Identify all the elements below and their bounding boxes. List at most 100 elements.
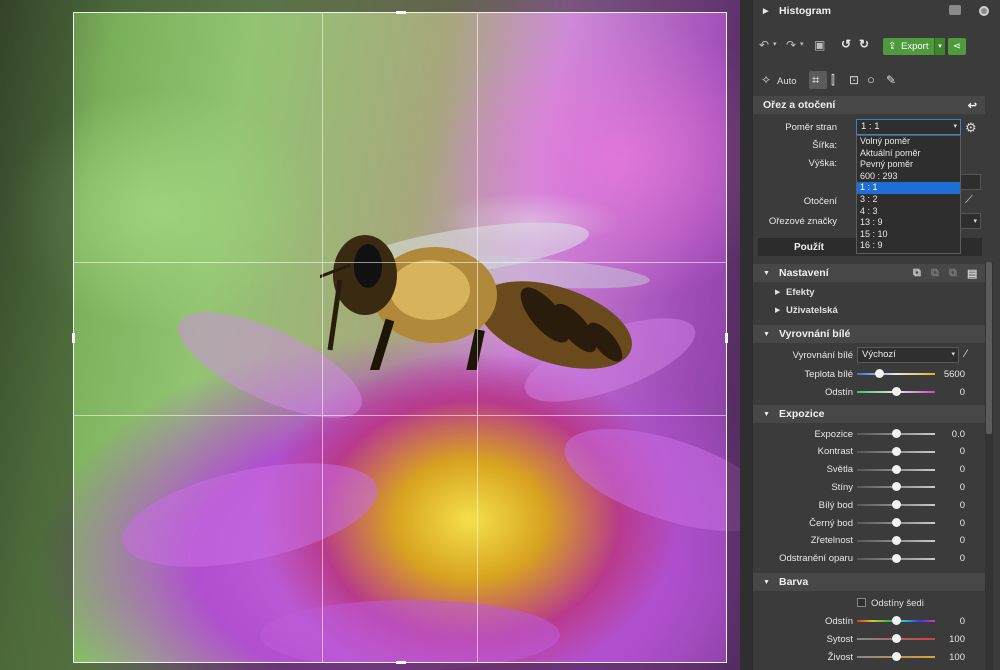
user-presets-item[interactable]: ▶ Uživatelská	[753, 301, 985, 319]
upright-icon[interactable]: ⊡	[849, 73, 859, 87]
temp-label: Teplota bílé	[804, 368, 853, 380]
crop-handle-top[interactable]	[396, 11, 406, 14]
slider-track[interactable]	[857, 634, 935, 643]
auto-button[interactable]: Auto	[777, 76, 797, 87]
slider-knob[interactable]	[892, 500, 901, 510]
wb-select[interactable]: Výchozí ▾	[857, 347, 959, 363]
camera-icon[interactable]	[949, 5, 961, 15]
undo-icon[interactable]: ↶	[759, 38, 769, 52]
chevron-down-icon: ▼	[763, 330, 770, 338]
ratio-option[interactable]: 600 : 293	[857, 171, 960, 183]
rotation-field[interactable]	[959, 174, 981, 190]
slider-track[interactable]	[857, 616, 935, 625]
rotate-left-icon[interactable]: ↺	[841, 37, 851, 51]
slider-knob[interactable]	[892, 446, 901, 456]
image-icon[interactable]: ▣	[814, 38, 825, 52]
rotate-right-icon[interactable]: ↻	[859, 37, 869, 51]
tint-label: Odstín	[825, 386, 853, 398]
settings-section-header[interactable]: ▼ Nastavení ⧉ ⧉ ⧉ ▤	[753, 264, 985, 282]
slider-knob[interactable]	[892, 535, 901, 545]
chevron-right-icon: ▶	[775, 289, 781, 296]
chevron-right-icon: ▶	[775, 307, 781, 314]
slider-knob[interactable]	[892, 616, 901, 625]
photo-canvas[interactable]	[0, 0, 750, 670]
ratio-select[interactable]: 1 : 1 ▾	[856, 119, 961, 135]
tint-slider[interactable]	[857, 387, 935, 396]
scrollbar-thumb[interactable]	[986, 262, 992, 434]
ratio-option[interactable]: Pevný poměr	[857, 159, 960, 171]
slider-track[interactable]	[857, 553, 935, 563]
circle-icon[interactable]: ○	[867, 72, 875, 87]
ratio-option[interactable]: Aktuální poměr	[857, 148, 960, 160]
slider-knob[interactable]	[892, 464, 901, 474]
grayscale-checkbox[interactable]	[857, 598, 866, 607]
slider-value: 100	[949, 651, 965, 663]
slider-knob[interactable]	[892, 429, 901, 438]
copy-icon[interactable]: ⧉	[913, 267, 921, 280]
gear-icon[interactable]: ⚙	[965, 120, 977, 136]
slider-row: Expozice 0.0	[753, 425, 985, 443]
color-header[interactable]: ▼ Barva	[753, 573, 985, 591]
effects-item[interactable]: ▶ Efekty	[753, 283, 985, 301]
settings-title: Nastavení	[779, 267, 829, 279]
slider-knob[interactable]	[892, 482, 901, 492]
crop-frame[interactable]	[72, 11, 728, 664]
crop-tool-button[interactable]: ⌗	[809, 71, 827, 89]
paste-icon[interactable]: ⧉	[931, 267, 939, 280]
panel-gutter	[740, 0, 752, 670]
ratio-option[interactable]: Volný poměr	[857, 136, 960, 148]
record-icon[interactable]	[979, 6, 989, 16]
perspective-icon[interactable]: ⫿	[831, 73, 835, 88]
slider-label: Černý bod	[809, 517, 853, 529]
crop-handle-bottom[interactable]	[396, 661, 406, 664]
panel-scrollbar[interactable]	[985, 262, 993, 670]
slider-track[interactable]	[857, 500, 935, 510]
slider-knob[interactable]	[892, 652, 901, 661]
slider-track[interactable]	[857, 429, 935, 438]
marks-select[interactable]: ▾	[959, 213, 981, 229]
slider-track[interactable]	[857, 535, 935, 545]
slider-row: Bílý bod 0	[753, 496, 985, 514]
slider-value: 0	[959, 553, 965, 565]
height-label: Výška:	[808, 157, 837, 169]
slider-knob[interactable]	[892, 518, 901, 527]
brush-icon[interactable]: ✎	[886, 73, 896, 87]
slider-row: Kontrast 0	[753, 443, 985, 461]
slider-value: 0	[959, 481, 965, 493]
ratio-label: Poměr stran	[785, 121, 837, 133]
paste-all-icon[interactable]: ⧉	[949, 267, 957, 280]
eyedropper-icon[interactable]: ⁄	[965, 348, 967, 360]
slider-track[interactable]	[857, 518, 935, 527]
save-icon[interactable]: ▤	[967, 267, 977, 280]
ratio-option[interactable]: 16 : 9	[857, 240, 960, 252]
slider-value: 0	[959, 615, 965, 627]
export-icon: ⇪	[888, 41, 897, 52]
histogram-header[interactable]: ▶ Histogram	[753, 2, 1000, 20]
slider-track[interactable]	[857, 652, 935, 661]
ratio-option[interactable]: 15 : 10	[857, 229, 960, 241]
crop-handle-left[interactable]	[72, 333, 75, 343]
share-icon: ⋖	[952, 41, 962, 52]
slider-knob[interactable]	[892, 553, 901, 563]
crop-section-header[interactable]: Ořez a otočení ↩	[753, 96, 985, 114]
crop-handle-right[interactable]	[725, 333, 728, 343]
ratio-dropdown[interactable]: Volný poměr Aktuální poměr Pevný poměr 6…	[856, 135, 961, 254]
temp-slider[interactable]	[857, 369, 935, 378]
ratio-option[interactable]: 13 : 9	[857, 217, 960, 229]
export-dropdown-button[interactable]: ▾	[934, 38, 945, 55]
slider-knob[interactable]	[892, 634, 901, 643]
wand-icon[interactable]: ✧	[761, 73, 771, 87]
reset-icon[interactable]: ↩	[968, 99, 977, 112]
exposure-header[interactable]: ▼ Expozice	[753, 405, 985, 423]
straighten-icon[interactable]: ⟋	[965, 194, 973, 207]
slider-track[interactable]	[857, 482, 935, 492]
ratio-option[interactable]: 3 : 2	[857, 194, 960, 206]
share-button[interactable]: ⋖	[948, 38, 966, 55]
slider-track[interactable]	[857, 446, 935, 456]
slider-value: 0.0	[951, 428, 965, 440]
slider-track[interactable]	[857, 464, 935, 474]
ratio-option[interactable]: 4 : 3	[857, 206, 960, 218]
white-balance-header[interactable]: ▼ Vyrovnání bílé	[753, 325, 985, 343]
ratio-option-selected[interactable]: 1 : 1	[857, 182, 960, 194]
redo-icon[interactable]: ↷	[786, 38, 796, 52]
